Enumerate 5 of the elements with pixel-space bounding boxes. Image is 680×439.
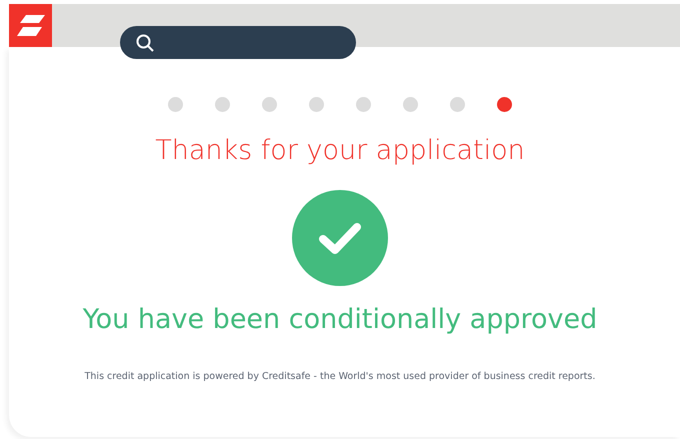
status-message: You have been conditionally approved — [82, 304, 598, 335]
footer-text: This credit application is powered by Creditsafe - the World's most used provider of business credit reports. — [84, 371, 596, 382]
search-icon — [136, 34, 154, 52]
search-field[interactable] — [120, 26, 356, 59]
heading: Thanks for your application — [155, 135, 525, 166]
